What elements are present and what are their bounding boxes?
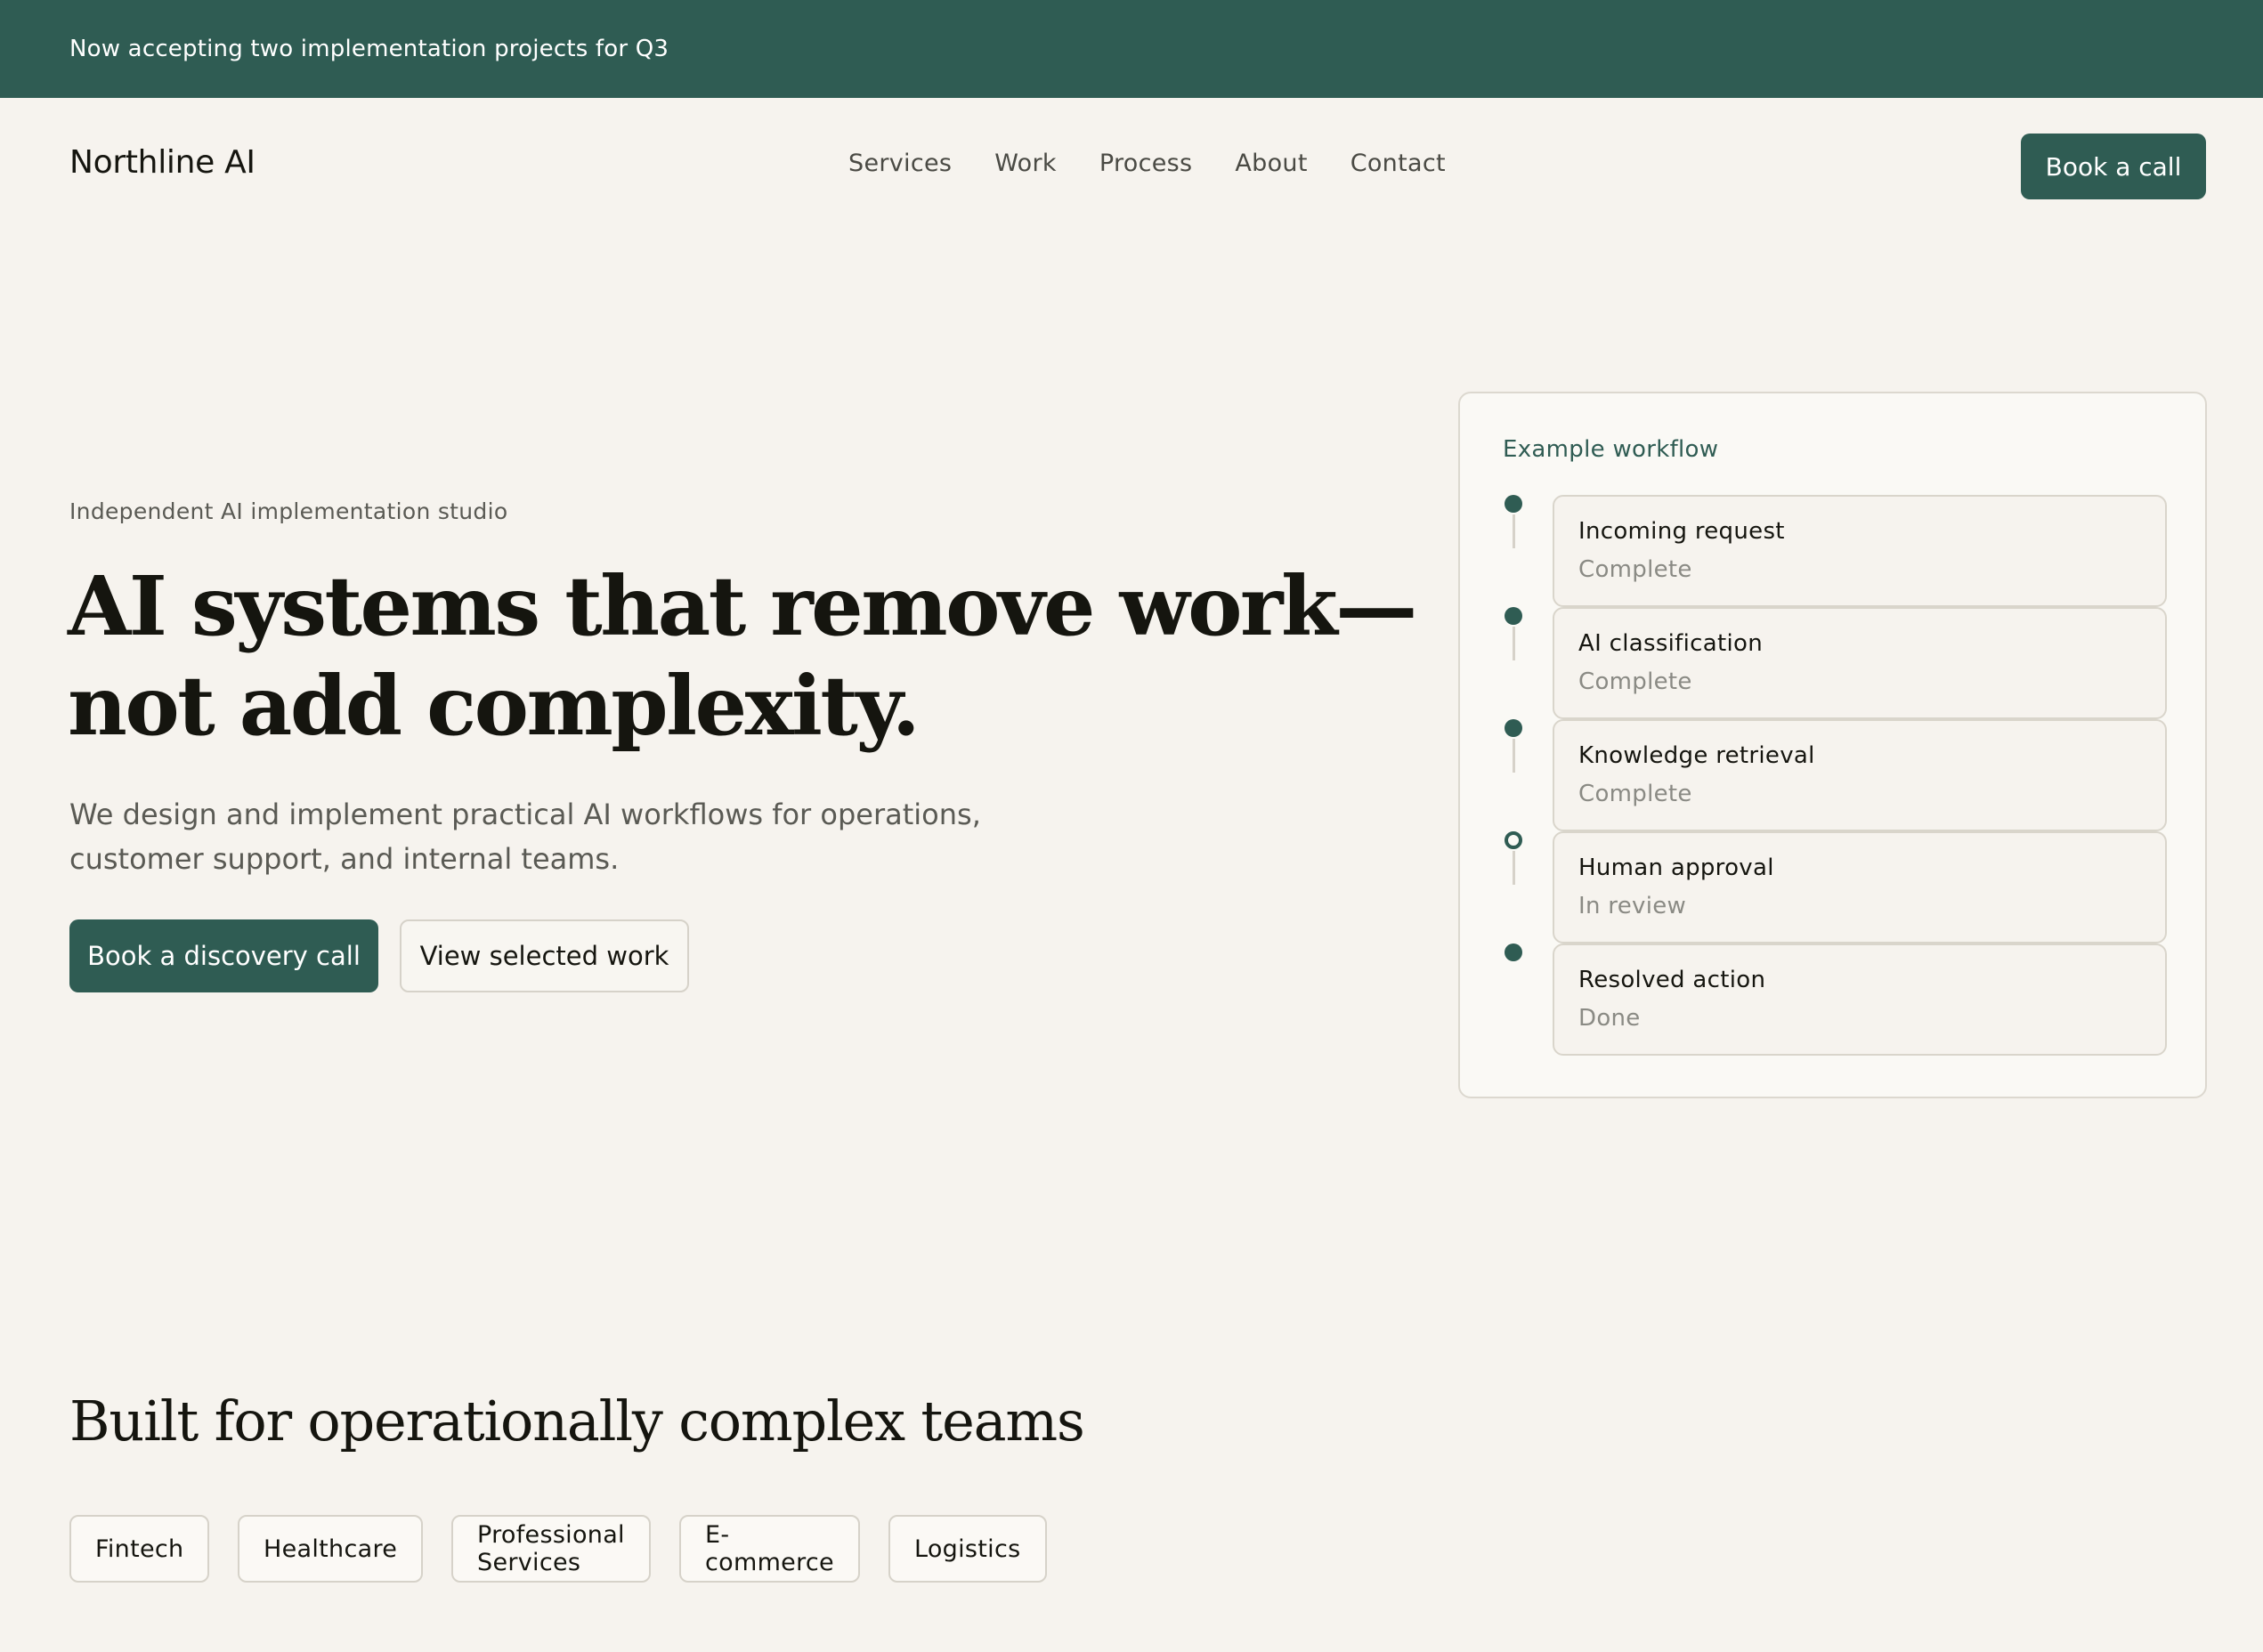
workflow-step-name: Incoming request xyxy=(1578,518,1785,545)
nav-link-process[interactable]: Process xyxy=(1099,150,1193,177)
workflow-step: Incoming request Complete xyxy=(1553,495,2167,607)
timeline-connector xyxy=(1513,851,1515,885)
nav-links: Services Work Process About Contact xyxy=(848,150,1488,177)
nav-link-contact[interactable]: Contact xyxy=(1350,150,1446,177)
workflow-step-status: In review xyxy=(1578,893,1687,919)
industries-title: Built for operationally complex teams xyxy=(69,1389,1085,1454)
announcement-text: Now accepting two implementation project… xyxy=(69,36,669,62)
workflow-step: AI classification Complete xyxy=(1553,607,2167,719)
workflow-step-status: Complete xyxy=(1578,781,1692,807)
industry-chip-professional-services[interactable]: Professional Services xyxy=(451,1515,651,1583)
example-workflow-card: Example workflow Incoming request Comple… xyxy=(1458,392,2207,1098)
hero-headline-line-2: not add complexity. xyxy=(68,658,921,754)
brand-logo[interactable]: Northline AI xyxy=(69,144,256,181)
workflow-step-name: AI classification xyxy=(1578,630,1763,657)
view-selected-work-button[interactable]: View selected work xyxy=(400,919,689,992)
workflow-step-status: Complete xyxy=(1578,556,1692,583)
industry-chip-fintech[interactable]: Fintech xyxy=(69,1515,210,1583)
workflow-step-name: Human approval xyxy=(1578,854,1774,881)
nav-link-services[interactable]: Services xyxy=(848,150,952,177)
announcement-bar: Now accepting two implementation project… xyxy=(0,0,2263,98)
book-discovery-call-button[interactable]: Book a discovery call xyxy=(69,919,378,992)
step-complete-icon xyxy=(1505,607,1522,625)
nav-link-about[interactable]: About xyxy=(1235,150,1307,177)
workflow-step: Resolved action Done xyxy=(1553,943,2167,1056)
timeline-connector xyxy=(1513,514,1515,548)
step-complete-icon xyxy=(1505,719,1522,737)
nav-link-work[interactable]: Work xyxy=(994,150,1057,177)
timeline-connector xyxy=(1513,627,1515,660)
hero-lede: We design and implement practical AI wor… xyxy=(69,798,981,876)
top-navigation: Northline AI Services Work Process About… xyxy=(0,98,2263,236)
hero-headline: AI systems that remove work— not add com… xyxy=(68,556,1417,756)
workflow-step-name: Resolved action xyxy=(1578,967,1766,993)
workflow-step-status: Complete xyxy=(1578,668,1692,695)
workflow-step-name: Knowledge retrieval xyxy=(1578,742,1815,769)
timeline-connector xyxy=(1513,739,1515,773)
workflow-title: Example workflow xyxy=(1503,436,1719,463)
workflow-step-status: Done xyxy=(1578,1005,1641,1032)
industry-chip-e-commerce[interactable]: E-commerce xyxy=(679,1515,860,1583)
workflow-step: Knowledge retrieval Complete xyxy=(1553,719,2167,831)
industry-chip-healthcare[interactable]: Healthcare xyxy=(238,1515,424,1583)
hero-eyebrow: Independent AI implementation studio xyxy=(69,498,508,524)
workflow-step: Human approval In review xyxy=(1553,831,2167,943)
step-pending-icon xyxy=(1505,831,1522,849)
hero-headline-line-1: AI systems that remove work— xyxy=(68,558,1417,654)
step-complete-icon xyxy=(1505,943,1522,961)
step-complete-icon xyxy=(1505,495,1522,513)
industry-chip-logistics[interactable]: Logistics xyxy=(888,1515,1047,1583)
book-a-call-button[interactable]: Book a call xyxy=(2021,134,2206,199)
